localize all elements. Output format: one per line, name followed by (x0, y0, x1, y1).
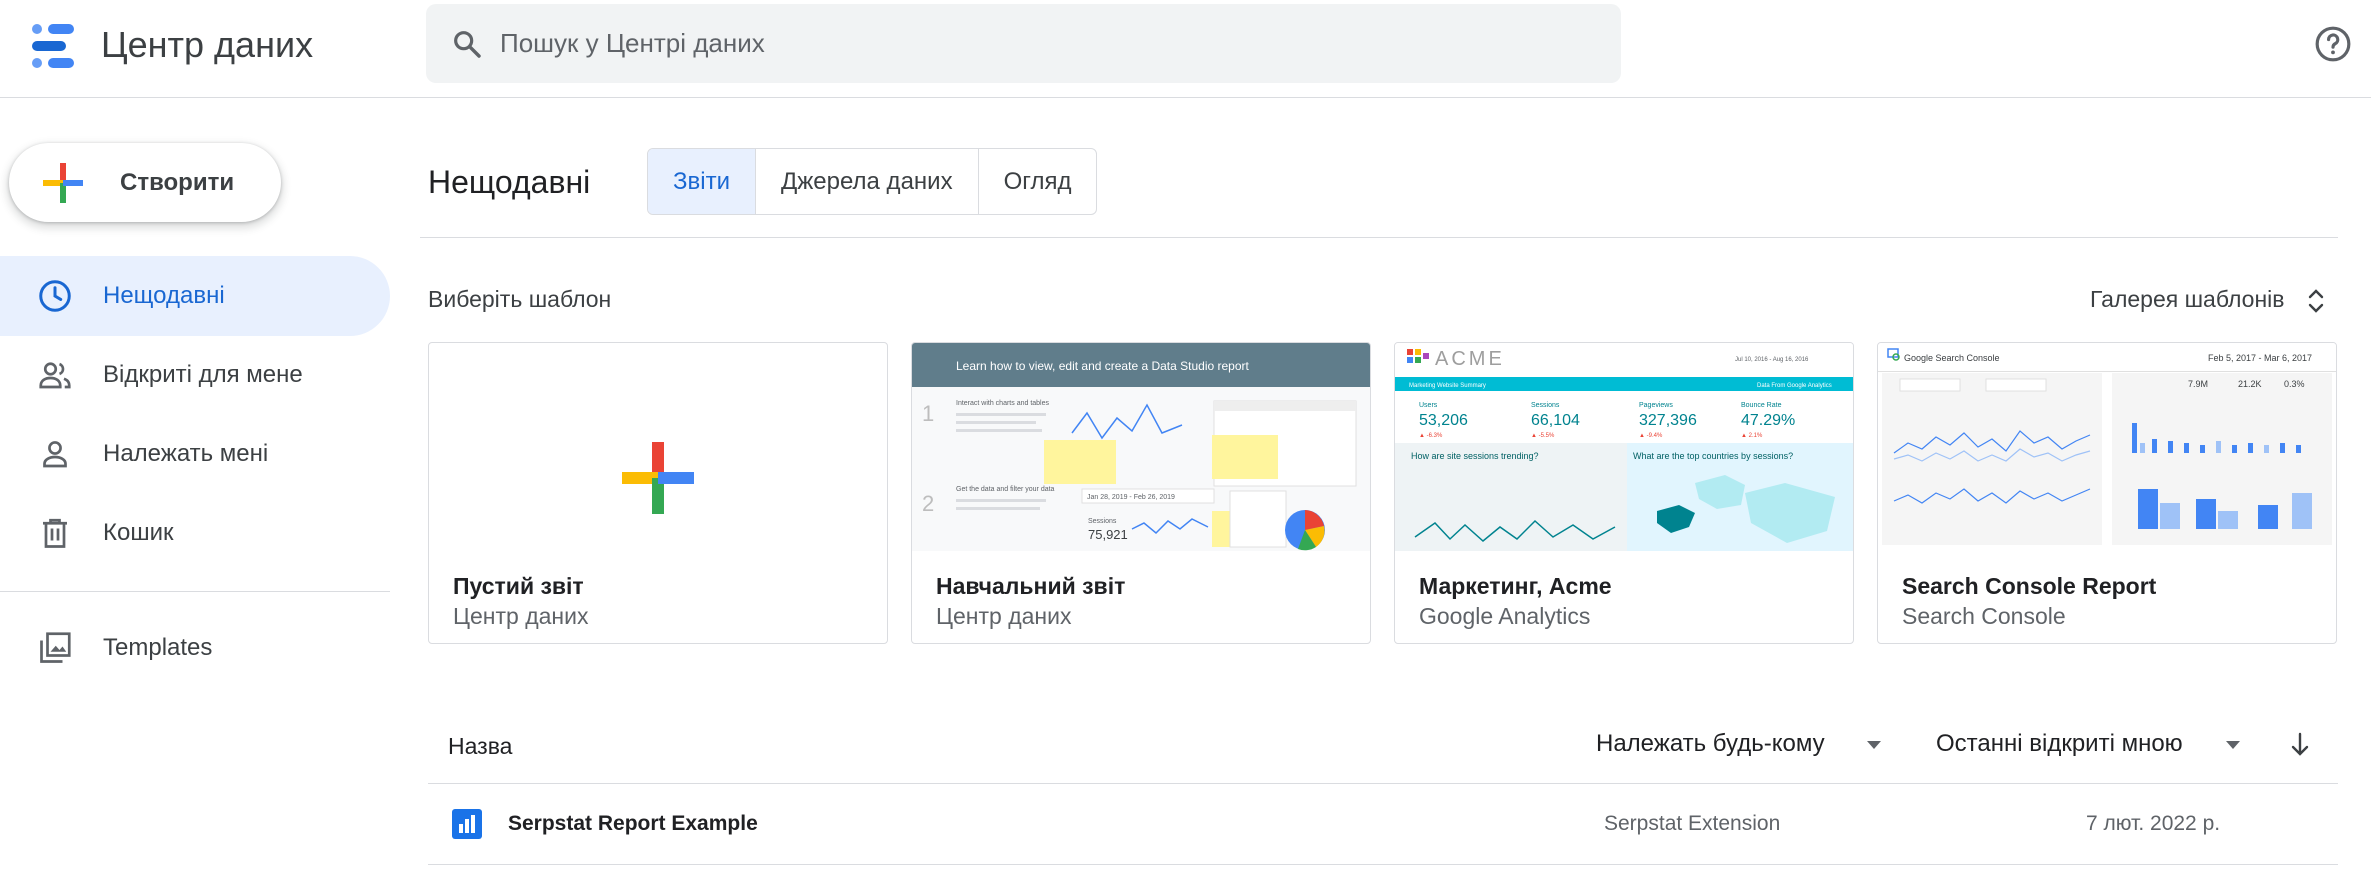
template-card-title: Пустий звіт (453, 573, 584, 599)
svg-text:▲ -6.3%: ▲ -6.3% (1419, 433, 1443, 439)
tutorial-sessions-label: Sessions (1088, 518, 1117, 525)
svg-text:Pageviews: Pageviews (1639, 402, 1673, 409)
svg-text:▲ -9.4%: ▲ -9.4% (1639, 433, 1663, 439)
sidebar-item-trash[interactable]: Кошик (0, 493, 390, 573)
acme-banner-right: Data From Google Analytics (1757, 383, 1832, 389)
report-name[interactable]: Serpstat Report Example (508, 809, 758, 839)
template-thumbnail (429, 343, 887, 551)
trash-icon (43, 518, 67, 548)
unfold-icon[interactable] (2306, 287, 2326, 315)
sidebar-divider (0, 591, 390, 592)
template-card-tutorial[interactable]: Learn how to view, edit and create a Dat… (911, 342, 1371, 644)
search-console-stat-2: 21.2K (2238, 379, 2262, 389)
clock-icon (39, 280, 71, 312)
create-button-label: Створити (120, 169, 235, 196)
page-title: Нещодавні (428, 164, 591, 200)
sidebar-item-label: Кошик (103, 519, 174, 546)
acme-question-trend: How are site sessions trending? (1411, 451, 1539, 461)
help-circle-icon[interactable] (2314, 25, 2352, 63)
sort-dropdown[interactable]: Останні відкриті мною (1936, 728, 2183, 760)
table-row[interactable]: Serpstat Report Example Serpstat Extensi… (428, 785, 2338, 865)
search-console-date-range: Feb 5, 2017 - Mar 6, 2017 (2208, 353, 2312, 363)
template-thumbnail: Learn how to view, edit and create a Dat… (912, 343, 1370, 551)
acme-date-range: Jul 10, 2016 - Aug 16, 2016 (1735, 357, 1809, 363)
tab-bar: Звіти Джерела даних Огляд (647, 148, 1098, 215)
svg-text:2: 2 (922, 491, 934, 516)
search-console-header: Google Search Console (1904, 353, 2000, 363)
template-card-acme[interactable]: ACME Jul 10, 2016 - Aug 16, 2016 Marketi… (1394, 342, 1854, 644)
svg-text:66,104: 66,104 (1531, 412, 1580, 429)
svg-text:Bounce Rate: Bounce Rate (1741, 402, 1782, 409)
tab-reports[interactable]: Звіти (648, 149, 756, 214)
svg-text:327,396: 327,396 (1639, 412, 1697, 429)
caret-down-icon[interactable] (2225, 740, 2241, 750)
plus-colored-icon (622, 442, 694, 514)
template-card-blank[interactable]: Пустий звіт Центр даних (428, 342, 888, 644)
svg-text:▲ -5.5%: ▲ -5.5% (1531, 433, 1555, 439)
sidebar-item-owned[interactable]: Належать мені (0, 414, 390, 494)
sidebar-item-recent[interactable]: Нещодавні (0, 256, 390, 336)
tutorial-banner-text: Learn how to view, edit and create a Dat… (956, 359, 1250, 373)
tab-data-sources[interactable]: Джерела даних (756, 149, 979, 214)
acme-question-countries: What are the top countries by sessions? (1633, 451, 1793, 461)
main-divider (420, 237, 2338, 238)
template-card-title: Маркетинг, Acme (1419, 573, 1612, 599)
people-icon (39, 362, 71, 389)
column-header-name[interactable]: Назва (448, 730, 512, 762)
plus-colored-icon (43, 163, 83, 203)
search-input[interactable] (500, 4, 1600, 83)
search-console-stat-1: 7.9M (2188, 379, 2208, 389)
template-card-title: Навчальний звіт (936, 573, 1126, 599)
choose-template-label: Виберіть шаблон (428, 286, 612, 312)
svg-text:1: 1 (922, 401, 934, 426)
templates-icon (40, 632, 71, 663)
caret-down-icon[interactable] (1866, 740, 1882, 750)
sidebar-item-label: Templates (103, 634, 213, 661)
acme-brand: ACME (1435, 348, 1505, 370)
report-last-opened: 7 лют. 2022 р. (2086, 812, 2221, 835)
template-thumbnail: Google Search Console Feb 5, 2017 - Mar … (1878, 343, 2336, 551)
tutorial-sessions-value: 75,921 (1088, 527, 1128, 542)
sidebar-item-templates[interactable]: Templates (0, 608, 390, 688)
app-header: Центр даних (0, 0, 2371, 98)
template-card-subtitle: Центр даних (453, 603, 589, 629)
report-icon (452, 809, 482, 839)
search-icon[interactable] (451, 28, 483, 60)
sidebar-item-label: Нещодавні (103, 282, 225, 309)
person-icon (43, 441, 67, 468)
data-studio-logo-icon[interactable] (30, 22, 82, 70)
owner-filter-dropdown[interactable]: Належать будь-кому (1596, 728, 1825, 760)
svg-text:Users: Users (1419, 402, 1438, 409)
report-owner: Serpstat Extension (1604, 812, 1781, 835)
template-card-title: Search Console Report (1902, 573, 2157, 599)
reports-table-header: Назва Належать будь-кому Останні відкрит… (428, 710, 2338, 784)
sidebar-item-label: Відкриті для мене (103, 361, 303, 388)
svg-text:53,206: 53,206 (1419, 412, 1468, 429)
template-thumbnail: ACME Jul 10, 2016 - Aug 16, 2016 Marketi… (1395, 343, 1853, 551)
create-button[interactable]: Створити (9, 143, 281, 222)
svg-text:Sessions: Sessions (1531, 402, 1560, 409)
template-card-subtitle: Search Console (1902, 603, 2066, 629)
template-card-search-console[interactable]: Google Search Console Feb 5, 2017 - Mar … (1877, 342, 2337, 644)
sidebar-item-shared[interactable]: Відкриті для мене (0, 335, 390, 415)
svg-text:47.29%: 47.29% (1741, 412, 1795, 429)
tutorial-date-range: Jan 28, 2019 - Feb 26, 2019 (1087, 494, 1175, 501)
tutorial-step2-text: Get the data and filter your data (956, 486, 1055, 493)
tab-explorer[interactable]: Огляд (979, 149, 1097, 214)
svg-text:▲ 2.1%: ▲ 2.1% (1741, 433, 1763, 439)
tutorial-step1-text: Interact with charts and tables (956, 400, 1049, 407)
search-console-stat-3: 0.3% (2284, 379, 2305, 389)
template-card-subtitle: Центр даних (936, 603, 1072, 629)
app-title: Центр даних (101, 24, 314, 65)
acme-banner-left: Marketing Website Summary (1409, 383, 1486, 389)
template-card-subtitle: Google Analytics (1419, 603, 1591, 629)
search-box[interactable] (426, 4, 1621, 83)
template-gallery-link[interactable]: Галерея шаблонів (2090, 283, 2284, 315)
arrow-down-icon[interactable] (2290, 732, 2310, 758)
sidebar-item-label: Належать мені (103, 440, 269, 467)
